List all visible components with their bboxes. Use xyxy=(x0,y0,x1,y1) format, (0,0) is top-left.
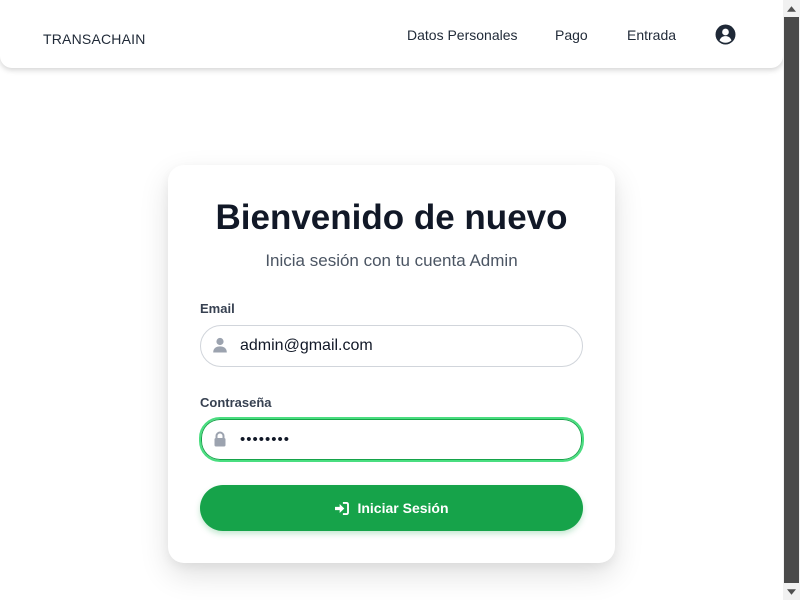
login-subtitle: Inicia sesión con tu cuenta Admin xyxy=(265,251,518,270)
login-submit-button[interactable]: Iniciar Sesión xyxy=(200,485,583,531)
email-label: Email xyxy=(200,301,235,316)
page: TRANSACHAIN Datos Personales Pago Entrad… xyxy=(0,0,783,600)
password-field[interactable] xyxy=(240,419,570,460)
scrollbar-thumb[interactable] xyxy=(784,17,799,583)
login-submit-label: Iniciar Sesión xyxy=(357,500,449,516)
login-title: Bienvenido de nuevo xyxy=(215,198,568,237)
sign-in-icon xyxy=(335,501,350,515)
top-navbar: TRANSACHAIN Datos Personales Pago Entrad… xyxy=(0,0,783,68)
nav-datos-personales[interactable]: Datos Personales xyxy=(407,27,518,43)
password-field-wrapper[interactable] xyxy=(199,417,584,462)
vertical-scrollbar[interactable] xyxy=(783,0,800,600)
login-card: Bienvenido de nuevo Inicia sesión con tu… xyxy=(168,165,615,563)
nav-pago[interactable]: Pago xyxy=(555,27,588,43)
scroll-up-arrow-icon[interactable] xyxy=(783,0,800,17)
scroll-down-arrow-icon[interactable] xyxy=(783,583,800,600)
email-field-wrapper[interactable] xyxy=(200,325,583,367)
user-circle-icon[interactable] xyxy=(715,24,736,45)
lock-icon xyxy=(212,431,228,447)
password-label: Contraseña xyxy=(200,395,272,410)
user-icon xyxy=(212,337,228,353)
nav-entrada[interactable]: Entrada xyxy=(627,27,676,43)
brand-logo[interactable]: TRANSACHAIN xyxy=(43,31,146,47)
email-field[interactable] xyxy=(240,326,570,366)
